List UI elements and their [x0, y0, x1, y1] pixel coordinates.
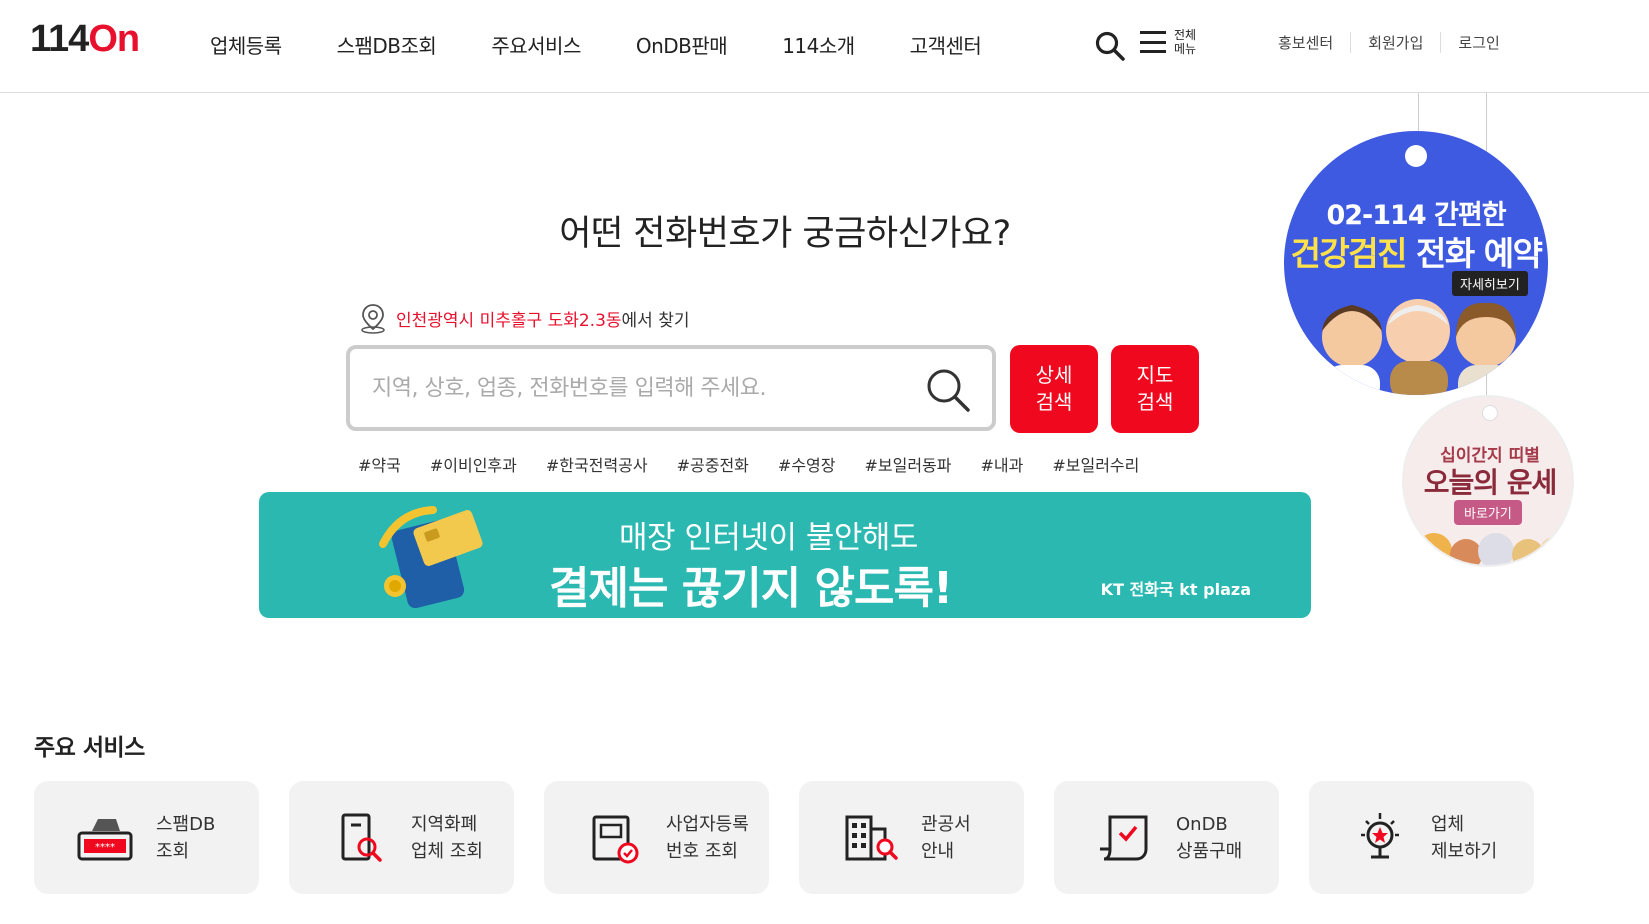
all-menu-button[interactable]: 전체 메뉴 — [1140, 28, 1204, 56]
banner-brand: KT 전화국 kt plaza — [1100, 580, 1251, 599]
hashtag[interactable]: #보일러수리 — [1052, 452, 1139, 476]
service-business-registration[interactable]: 사업자등록 번호 조회 — [544, 781, 769, 894]
search-submit-icon[interactable] — [924, 366, 972, 414]
characters-illustration — [1322, 299, 1516, 395]
hashtag[interactable]: #보일러동파 — [864, 452, 951, 476]
nav-spam-db[interactable]: 스팸DB조회 — [337, 30, 437, 59]
hashtag[interactable]: #공중전화 — [677, 452, 749, 476]
business-reg-icon — [592, 815, 639, 864]
nav-business-register[interactable]: 업체등록 — [210, 30, 282, 59]
search-input[interactable] — [372, 367, 912, 409]
page-title: 어떤 전화번호가 궁금하신가요? — [559, 214, 1011, 254]
main-nav: 업체등록 스팸DB조회 주요서비스 OnDB판매 114소개 고객센터 — [210, 30, 1036, 59]
service-report-business[interactable]: 업체 제보하기 — [1309, 781, 1534, 894]
nav-customer-center[interactable]: 고객센터 — [910, 30, 982, 59]
services-section-title: 주요 서비스 — [34, 735, 145, 761]
location-region[interactable]: 인천광역시 미추홀구 도화2.3동 — [396, 306, 622, 331]
health-checkup-badge[interactable]: 02-114 간편한 건강검진 전화 예약 자세히보기 — [1284, 131, 1548, 395]
svg-text:****: **** — [95, 842, 115, 853]
hashtag[interactable]: #내과 — [981, 452, 1024, 476]
nav-about-114[interactable]: 114소개 — [782, 30, 855, 59]
service-ondb-purchase[interactable]: OnDB 상품구매 — [1054, 781, 1279, 894]
location-selector[interactable]: 인천광역시 미추홀구 도화2.3동 에서 찾기 — [358, 302, 690, 334]
login-link[interactable]: 로그인 — [1440, 32, 1516, 53]
local-currency-icon — [341, 813, 382, 862]
service-spam-db[interactable]: **** 스팸DB 조회 — [34, 781, 259, 894]
fortune-badge[interactable]: 십이간지 띠별 오늘의 운세 바로가기 — [1402, 395, 1574, 567]
promo-banner[interactable]: 매장 인터넷이 불안해도 결제는 끊기지 않도록! KT 전화국 kt plaz… — [259, 492, 1311, 618]
report-business-icon — [1361, 813, 1399, 859]
detail-search-button[interactable]: 상세 검색 — [1010, 345, 1098, 433]
hashtag[interactable]: #수영장 — [778, 452, 836, 476]
banner-line2: 결제는 끊기지 않도록! — [549, 563, 953, 614]
hashtag[interactable]: #한국전력공사 — [546, 452, 648, 476]
public-office-icon — [845, 815, 898, 861]
map-search-button[interactable]: 지도 검색 — [1111, 345, 1199, 433]
site-header: 114On 업체등록 스팸DB조회 주요서비스 OnDB판매 114소개 고객센… — [0, 0, 1649, 93]
service-local-currency[interactable]: 지역화폐 업체 조회 — [289, 781, 514, 894]
nav-ondb-sales[interactable]: OnDB판매 — [636, 30, 728, 59]
card-payment-icon — [379, 506, 483, 608]
all-menu-label: 전체 메뉴 — [1174, 28, 1197, 56]
service-public-office[interactable]: 관공서 안내 — [799, 781, 1024, 894]
hamburger-icon — [1140, 31, 1166, 53]
header-search-icon[interactable] — [1094, 30, 1126, 62]
signup-link[interactable]: 회원가입 — [1350, 32, 1440, 53]
hashtag[interactable]: #약국 — [358, 452, 401, 476]
promo-center-link[interactable]: 홍보센터 — [1278, 32, 1350, 53]
util-links: 홍보센터 회원가입 로그인 — [1278, 32, 1517, 53]
location-suffix: 에서 찾기 — [621, 310, 690, 331]
zodiac-animals-illustration — [1416, 533, 1568, 565]
map-pin-icon — [361, 304, 385, 334]
hashtag[interactable]: #이비인후과 — [430, 452, 517, 476]
hashtag-list: #약국 #이비인후과 #한국전력공사 #공중전화 #수영장 #보일러동파 #내과… — [358, 452, 1168, 476]
search-box — [346, 345, 996, 431]
services-list: **** 스팸DB 조회 지역화폐 업체 조회 사업자등록 번호 조회 관공서 … — [34, 781, 1564, 894]
site-logo[interactable]: 114On — [30, 18, 140, 61]
nav-main-services[interactable]: 주요서비스 — [491, 30, 581, 59]
banner-line1: 매장 인터넷이 불안해도 — [619, 520, 918, 556]
ondb-purchase-icon — [1100, 815, 1148, 861]
spam-db-icon: **** — [77, 819, 133, 861]
